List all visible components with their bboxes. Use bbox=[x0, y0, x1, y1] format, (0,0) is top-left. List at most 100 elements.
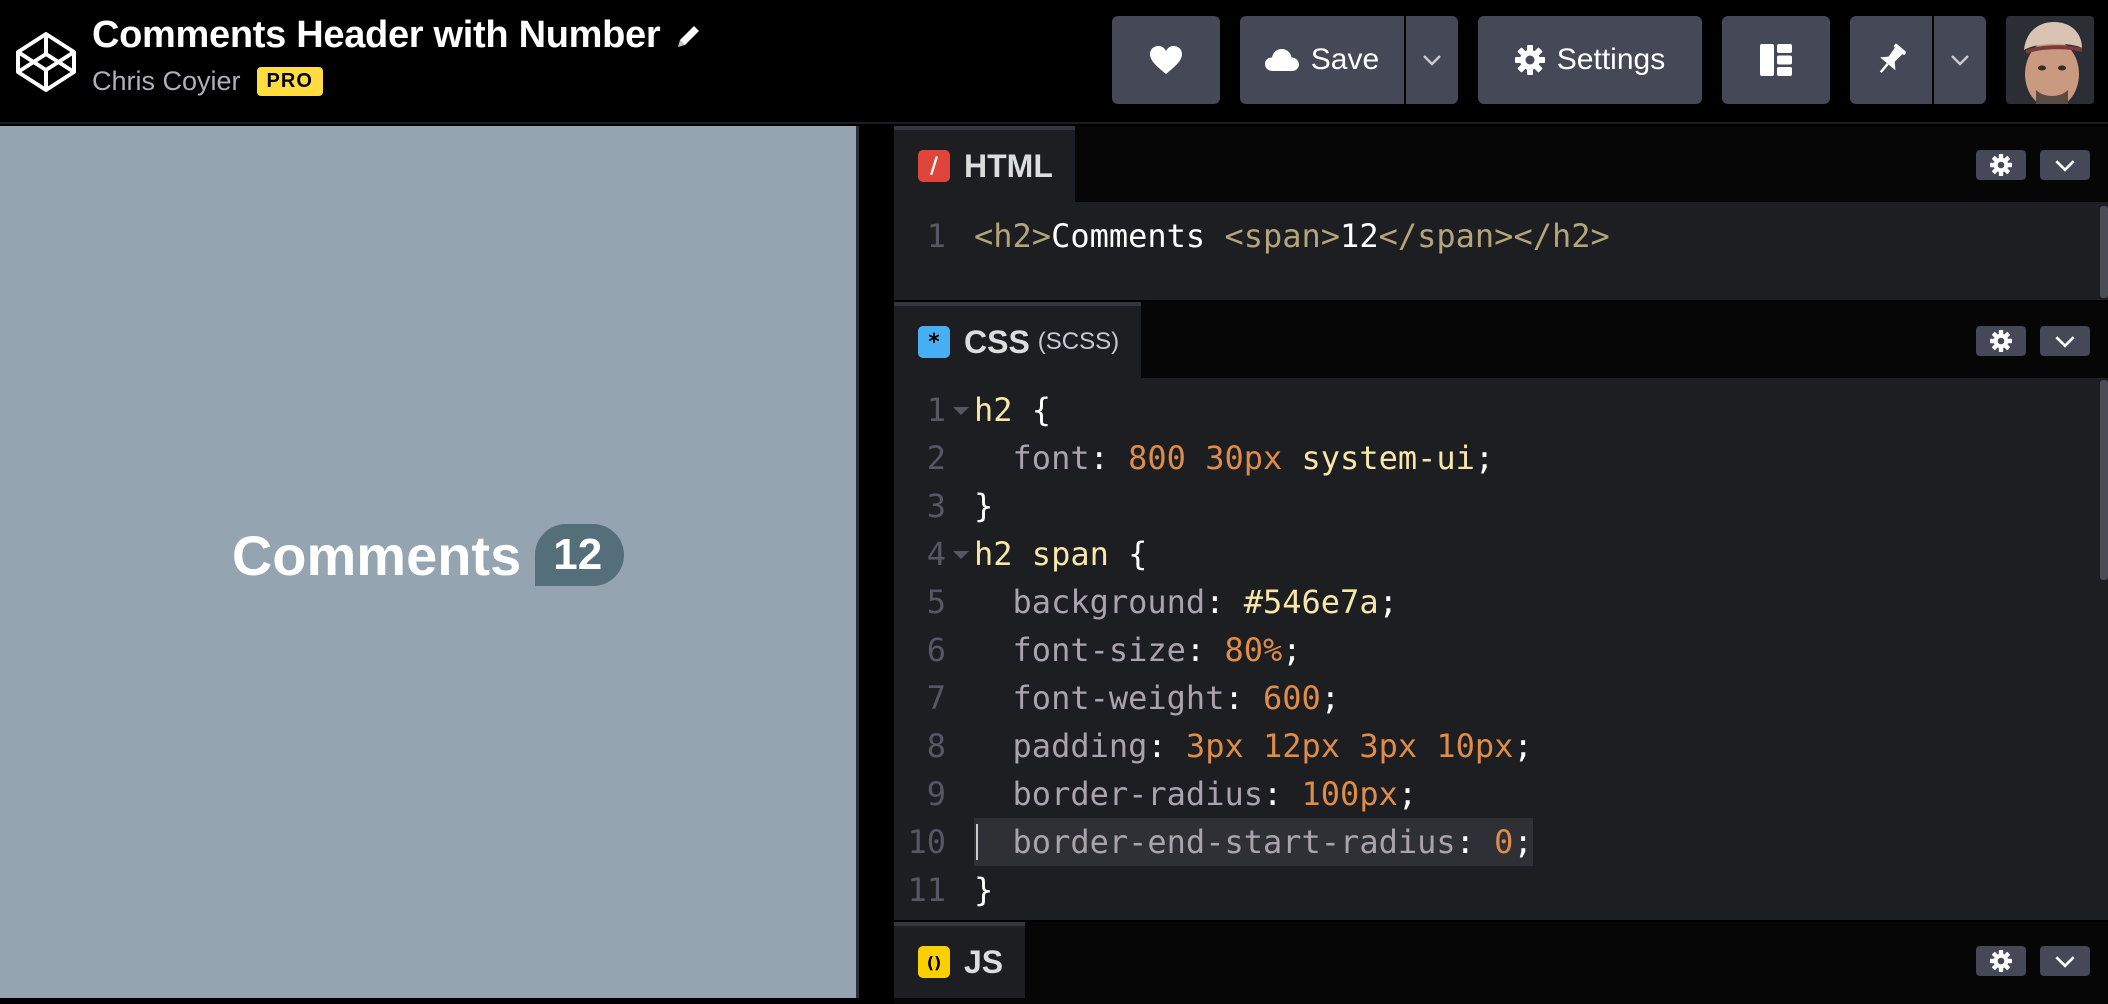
text-cursor bbox=[976, 824, 978, 860]
fold-gutter bbox=[946, 626, 974, 674]
code-token: { bbox=[1108, 535, 1148, 573]
chevron-down-icon bbox=[2055, 335, 2075, 348]
code-token: font bbox=[1012, 439, 1090, 477]
settings-label: Settings bbox=[1556, 43, 1666, 76]
code-token: #546e7a bbox=[1243, 583, 1379, 621]
fold-arrow-icon[interactable] bbox=[946, 386, 974, 434]
css-code-line[interactable]: 4 h2 span { bbox=[894, 530, 2108, 578]
code-text: border-radius: 100px; bbox=[974, 770, 1418, 818]
save-label: Save bbox=[1310, 43, 1380, 76]
js-settings-button[interactable] bbox=[1976, 946, 2026, 976]
css-code-line[interactable]: 2 font: 800 30px system-ui; bbox=[894, 434, 2108, 482]
code-token: background bbox=[1012, 583, 1206, 621]
code-token: : bbox=[1185, 631, 1225, 669]
code-token: padding bbox=[1012, 727, 1148, 765]
css-code-editor[interactable]: 1 h2 {2 font: 800 30px system-ui; 3} 4 h2 sp… bbox=[894, 378, 2108, 920]
code-token: ; bbox=[1513, 727, 1533, 765]
html-code-editor[interactable]: 1 <h2>Comments <span>12</span></h2> bbox=[894, 202, 2108, 300]
comment-count-badge: 12 bbox=[535, 524, 625, 586]
css-code-line[interactable]: 7 font-weight: 600; bbox=[894, 674, 2108, 722]
css-code-line[interactable]: 6 font-size: 80%; bbox=[894, 626, 2108, 674]
code-token: 600 bbox=[1262, 679, 1321, 717]
fold-gutter bbox=[946, 770, 974, 818]
code-token: ; bbox=[1474, 439, 1495, 477]
code-token: : bbox=[1147, 727, 1186, 765]
css-code-line[interactable]: 9 border-radius: 100px; bbox=[894, 770, 2108, 818]
css-code-line[interactable]: 8 padding: 3px 12px 3px 10px; bbox=[894, 722, 2108, 770]
code-text: h2 span { bbox=[974, 530, 1147, 578]
css-editor-header: * CSS (SCSS) bbox=[894, 302, 2108, 378]
line-number: 8 bbox=[926, 727, 946, 765]
js-options-dropdown[interactable] bbox=[2040, 946, 2090, 976]
author-name[interactable]: Chris Coyier bbox=[92, 66, 241, 97]
html-editor-title: HTML bbox=[964, 147, 1053, 184]
preview-heading: Comments 12 bbox=[232, 523, 625, 588]
code-text: <h2>Comments <span>12</span></h2> bbox=[974, 212, 1610, 260]
line-number: 11 bbox=[907, 871, 946, 909]
layout-icon bbox=[1760, 44, 1792, 76]
code-token: : bbox=[1205, 583, 1244, 621]
css-code-line[interactable]: 10 border-end-start-radius: 0; bbox=[894, 818, 2108, 866]
css-preprocessor-label: (SCSS) bbox=[1037, 328, 1120, 355]
css-settings-button[interactable] bbox=[1976, 326, 2026, 356]
line-number: 3 bbox=[926, 487, 946, 525]
code-token: font-size bbox=[1012, 631, 1186, 669]
line-number: 10 bbox=[907, 823, 946, 861]
pencil-icon[interactable] bbox=[674, 21, 704, 51]
js-editor-tab[interactable]: () JS bbox=[894, 922, 1026, 998]
html-settings-button[interactable] bbox=[1976, 150, 2026, 180]
save-dropdown-button[interactable] bbox=[1406, 16, 1458, 104]
css-code-line[interactable]: 3} bbox=[894, 482, 2108, 530]
pen-title[interactable]: Comments Header with Number bbox=[92, 14, 661, 57]
html-editor-tab[interactable]: / HTML bbox=[894, 126, 1075, 202]
line-number: 6 bbox=[926, 631, 946, 669]
result-preview[interactable]: Comments 12 bbox=[0, 126, 856, 998]
html-scrollbar[interactable] bbox=[2100, 206, 2108, 298]
pin-dropdown-button[interactable] bbox=[1934, 16, 1986, 104]
line-number: 1 bbox=[926, 217, 946, 255]
code-token: 10px bbox=[1436, 727, 1514, 765]
code-token: 30px bbox=[1205, 439, 1283, 477]
settings-button[interactable]: Settings bbox=[1478, 16, 1702, 104]
preview-resizer[interactable] bbox=[856, 126, 894, 998]
css-lang-icon: * bbox=[918, 326, 950, 358]
code-token: system-ui bbox=[1301, 439, 1475, 477]
css-code-line[interactable]: 5 background: #546e7a; bbox=[894, 578, 2108, 626]
codepen-logo-icon[interactable] bbox=[14, 30, 78, 94]
code-token: : bbox=[1262, 775, 1302, 813]
chevron-down-icon bbox=[2055, 159, 2075, 172]
author-row: Chris Coyier PRO bbox=[92, 66, 323, 97]
code-text: font-weight: 600; bbox=[974, 674, 1341, 722]
code-text: } bbox=[974, 482, 993, 530]
html-code-line[interactable]: 1 <h2>Comments <span>12</span></h2> bbox=[894, 212, 2108, 260]
code-token: font-weight bbox=[1012, 679, 1225, 717]
fold-arrow-icon[interactable] bbox=[946, 530, 974, 578]
chevron-down-icon bbox=[2055, 955, 2075, 968]
pin-button[interactable] bbox=[1850, 16, 1932, 104]
code-token: 80% bbox=[1224, 631, 1283, 669]
css-editor-tab[interactable]: * CSS (SCSS) bbox=[894, 302, 1142, 378]
code-token: ; bbox=[1282, 631, 1302, 669]
css-scrollbar[interactable] bbox=[2100, 380, 2108, 580]
avatar[interactable] bbox=[2006, 16, 2094, 104]
html-lang-icon: / bbox=[918, 150, 950, 182]
code-token: ; bbox=[1513, 823, 1533, 861]
change-view-button[interactable] bbox=[1722, 16, 1830, 104]
save-button[interactable]: Save bbox=[1240, 16, 1404, 104]
fold-gutter bbox=[946, 722, 974, 770]
css-code-line[interactable]: 1 h2 { bbox=[894, 386, 2108, 434]
css-code-line[interactable]: 11} bbox=[894, 866, 2108, 914]
code-token: 12 bbox=[1340, 217, 1379, 255]
code-token: Comments bbox=[1051, 217, 1225, 255]
code-token: 3px bbox=[1185, 727, 1244, 765]
heart-button[interactable] bbox=[1112, 16, 1220, 104]
css-options-dropdown[interactable] bbox=[2040, 326, 2090, 356]
html-options-dropdown[interactable] bbox=[2040, 150, 2090, 180]
